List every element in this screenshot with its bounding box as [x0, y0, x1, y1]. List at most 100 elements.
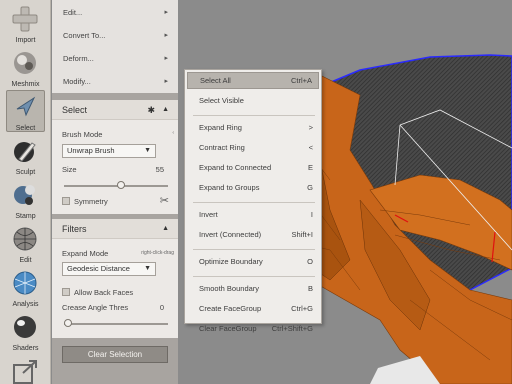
select-section-title: Select	[62, 105, 88, 115]
expand-mode-value: Geodesic Distance	[67, 264, 130, 273]
menu-item-shortcut: <	[308, 143, 313, 152]
submenu-arrow-icon: ▸	[164, 55, 168, 62]
menu-item-invert-connected[interactable]: Invert (Connected) Shift+I	[187, 226, 319, 243]
crease-angle-slider-thumb[interactable]	[64, 319, 72, 327]
menu-item-label: Contract Ring	[199, 143, 245, 152]
menu-item-create-facegroup[interactable]: Create FaceGroup Ctrl+G	[187, 300, 319, 317]
convert-to-menu-item[interactable]: Convert To... ▸	[52, 24, 178, 47]
menu-item-label: Select All	[200, 76, 231, 85]
size-slider-track[interactable]	[64, 185, 168, 187]
submenu-arrow-icon: ▸	[164, 78, 168, 85]
menu-item-expand-ring[interactable]: Expand Ring >	[187, 119, 319, 136]
menu-item-clear-facegroup[interactable]: Clear FaceGroup Ctrl+Shift+G	[187, 320, 319, 337]
dropdown-arrow-icon: ▼	[144, 265, 151, 272]
expand-mode-hint: right-click-drag	[141, 250, 174, 256]
brush-mode-value: Unwrap Brush	[67, 146, 115, 155]
crease-angle-label: Crease Angle Thres	[62, 303, 129, 312]
menu-item-label: Expand to Groups	[199, 183, 260, 192]
expand-mode-dropdown[interactable]: Geodesic Distance ▼	[62, 262, 156, 276]
menu-item-shortcut: >	[308, 123, 313, 132]
sculpt-tool[interactable]: Sculpt	[0, 134, 51, 178]
menu-item-shortcut: Ctrl+Shift+G	[271, 324, 313, 333]
menu-item-invert[interactable]: Invert I	[187, 206, 319, 223]
menu-item-smooth-boundary[interactable]: Smooth Boundary B	[187, 280, 319, 297]
meshmix-tool[interactable]: Meshmix	[0, 46, 51, 90]
symmetry-label: Symmetry	[74, 197, 108, 206]
gear-icon[interactable]: ✱	[147, 100, 155, 120]
submenu-arrow-icon: ▸	[164, 9, 168, 16]
menu-item-label: Optimize Boundary	[199, 257, 263, 266]
select-label: Select	[15, 125, 36, 132]
deform-menu-item[interactable]: Deform... ▸	[52, 47, 178, 70]
edit-menu-label: Edit...	[63, 8, 83, 17]
deform-menu-label: Deform...	[63, 54, 94, 63]
select-section-header[interactable]: Select ✱ ▲	[52, 100, 178, 120]
convert-to-menu-label: Convert To...	[63, 31, 106, 40]
menu-item-optimize-boundary[interactable]: Optimize Boundary O	[187, 253, 319, 270]
symmetry-tool-icon[interactable]: ✂	[160, 194, 169, 207]
analysis-tool[interactable]: Analysis	[0, 266, 51, 310]
stamp-icon	[14, 185, 35, 205]
menu-item-expand-to-groups[interactable]: Expand to Groups G	[187, 179, 319, 196]
size-slider-thumb[interactable]	[117, 181, 126, 189]
modify-menu-item[interactable]: Modify... ▸	[52, 70, 178, 93]
menu-item-shortcut: I	[310, 210, 313, 219]
stamp-label: Stamp	[15, 213, 36, 220]
menu-item-label: Expand Ring	[199, 123, 242, 132]
menu-item-contract-ring[interactable]: Contract Ring <	[187, 139, 319, 156]
menu-separator	[193, 202, 315, 203]
clear-selection-button[interactable]: Clear Selection	[62, 346, 168, 363]
menu-item-shortcut: G	[307, 183, 313, 192]
sculpt-label: Sculpt	[15, 169, 36, 176]
menu-item-shortcut: O	[307, 257, 313, 266]
export-icon	[13, 360, 37, 384]
crease-angle-slider-track[interactable]	[64, 323, 168, 325]
filters-section-header[interactable]: Filters ▲	[52, 219, 178, 239]
menu-separator	[193, 115, 315, 116]
modify-menu-label: Modify...	[63, 77, 91, 86]
analysis-label: Analysis	[12, 301, 39, 308]
menu-item-shortcut: E	[307, 163, 313, 172]
symmetry-checkbox[interactable]	[62, 197, 70, 205]
menu-item-shortcut: Ctrl+G	[291, 304, 313, 313]
meshmix-icon	[14, 52, 36, 74]
select-section: Select ✱ ▲ Brush Mode ‹ Unwrap Brush ▼ S…	[52, 100, 178, 214]
side-panel: Edit... ▸ Convert To... ▸ Deform... ▸ Mo…	[52, 0, 178, 384]
cursor-arrow-icon	[16, 96, 36, 117]
import-tool[interactable]: Import	[0, 2, 51, 46]
shaders-tool[interactable]: Shaders	[0, 310, 51, 354]
submenu-arrow-icon: ▸	[164, 32, 168, 39]
edit-tool[interactable]: Edit	[0, 222, 51, 266]
allow-back-faces-checkbox[interactable]	[62, 288, 70, 296]
edit-menu-item[interactable]: Edit... ▸	[52, 1, 178, 24]
menu-item-label: Invert (Connected)	[199, 230, 262, 239]
menu-item-label: Select Visible	[199, 96, 244, 105]
select-context-menu: Select All Ctrl+A Select Visible Expand Rin…	[184, 69, 322, 333]
allow-back-faces-label: Allow Back Faces	[74, 288, 134, 297]
menu-item-shortcut: B	[307, 284, 313, 293]
export-tool[interactable]	[0, 354, 51, 384]
collapse-caret-icon[interactable]: ▲	[162, 100, 169, 120]
size-value: 55	[155, 165, 164, 174]
size-label: Size	[62, 165, 77, 174]
collapse-caret-icon[interactable]: ▲	[162, 219, 169, 239]
menu-item-shortcut: Ctrl+A	[290, 76, 312, 85]
menu-separator	[193, 276, 315, 277]
menu-item-label: Create FaceGroup	[199, 304, 262, 313]
plus-icon	[12, 6, 38, 32]
menu-item-select-visible[interactable]: Select Visible	[187, 92, 319, 109]
analysis-sphere-icon	[13, 271, 37, 295]
stamp-tool[interactable]: Stamp	[0, 178, 51, 222]
import-label: Import	[15, 37, 36, 44]
brush-icon	[14, 142, 36, 162]
menu-item-expand-to-connected[interactable]: Expand to Connected E	[187, 159, 319, 176]
menu-item-select-all[interactable]: Select All Ctrl+A	[187, 72, 319, 89]
menu-separator	[193, 249, 315, 250]
dropdown-arrow-icon: ▼	[144, 147, 151, 154]
side-mark: ‹	[172, 130, 174, 136]
select-tool[interactable]: Select	[0, 90, 51, 134]
shaders-label: Shaders	[12, 345, 39, 352]
brush-mode-dropdown[interactable]: Unwrap Brush ▼	[62, 144, 156, 158]
shader-sphere-icon	[14, 316, 36, 338]
menu-item-label: Invert	[199, 210, 218, 219]
